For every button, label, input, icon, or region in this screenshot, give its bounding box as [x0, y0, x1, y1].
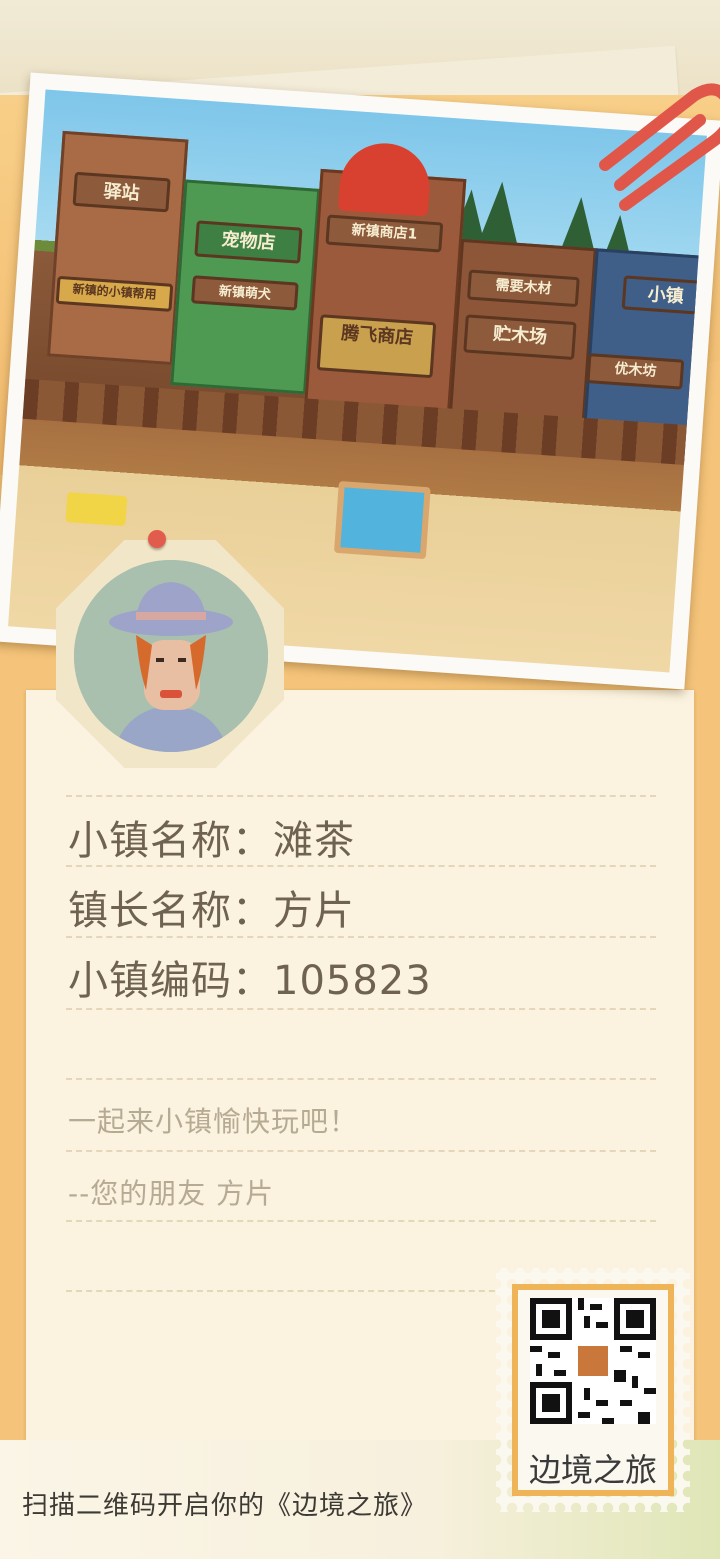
town-name-value: 滩茶 — [273, 818, 355, 864]
mayor-name-value: 方片 — [273, 888, 355, 934]
divider — [66, 795, 656, 797]
divider — [66, 936, 656, 938]
pin-icon — [148, 530, 166, 548]
town-code-row: 小镇编码：105823 — [68, 948, 432, 1006]
explorer-avatar-icon — [74, 560, 268, 752]
avatar — [74, 560, 268, 752]
town-name-label: 小镇名称： — [68, 818, 273, 864]
divider — [66, 1008, 656, 1010]
banner-text: 扫描二维码开启你的《边境之旅》 — [22, 1491, 428, 1521]
store-dome — [337, 140, 433, 217]
treasure-box — [65, 492, 128, 527]
stamp-label: 边境之旅 — [528, 1451, 657, 1489]
town-code-label: 小镇编码： — [68, 958, 273, 1004]
sign-store: 腾飞商店 — [316, 314, 437, 379]
mayor-name-row: 镇长名称：方片 — [68, 878, 355, 936]
qr-code-icon[interactable] — [530, 1298, 656, 1424]
signature-message: --您的朋友 方片 — [68, 1177, 275, 1210]
divider — [66, 1078, 656, 1080]
divider — [66, 865, 656, 867]
invite-message: 一起来小镇愉快玩吧！ — [68, 1105, 359, 1138]
station-building — [46, 130, 189, 366]
fountain — [333, 480, 431, 560]
divider — [66, 1220, 656, 1222]
town-name-row: 小镇名称：滩茶 — [68, 808, 355, 866]
paperclip-icon — [599, 83, 720, 211]
town-code-value: 105823 — [273, 958, 432, 1004]
sign-pet-shop: 宠物店 — [194, 220, 303, 264]
divider — [66, 1150, 656, 1152]
sign-station: 驿站 — [72, 171, 171, 213]
sign-lumber-yard: 贮木场 — [463, 314, 577, 361]
sign-town: 小镇 — [621, 275, 707, 316]
mayor-name-label: 镇长名称： — [68, 888, 273, 934]
